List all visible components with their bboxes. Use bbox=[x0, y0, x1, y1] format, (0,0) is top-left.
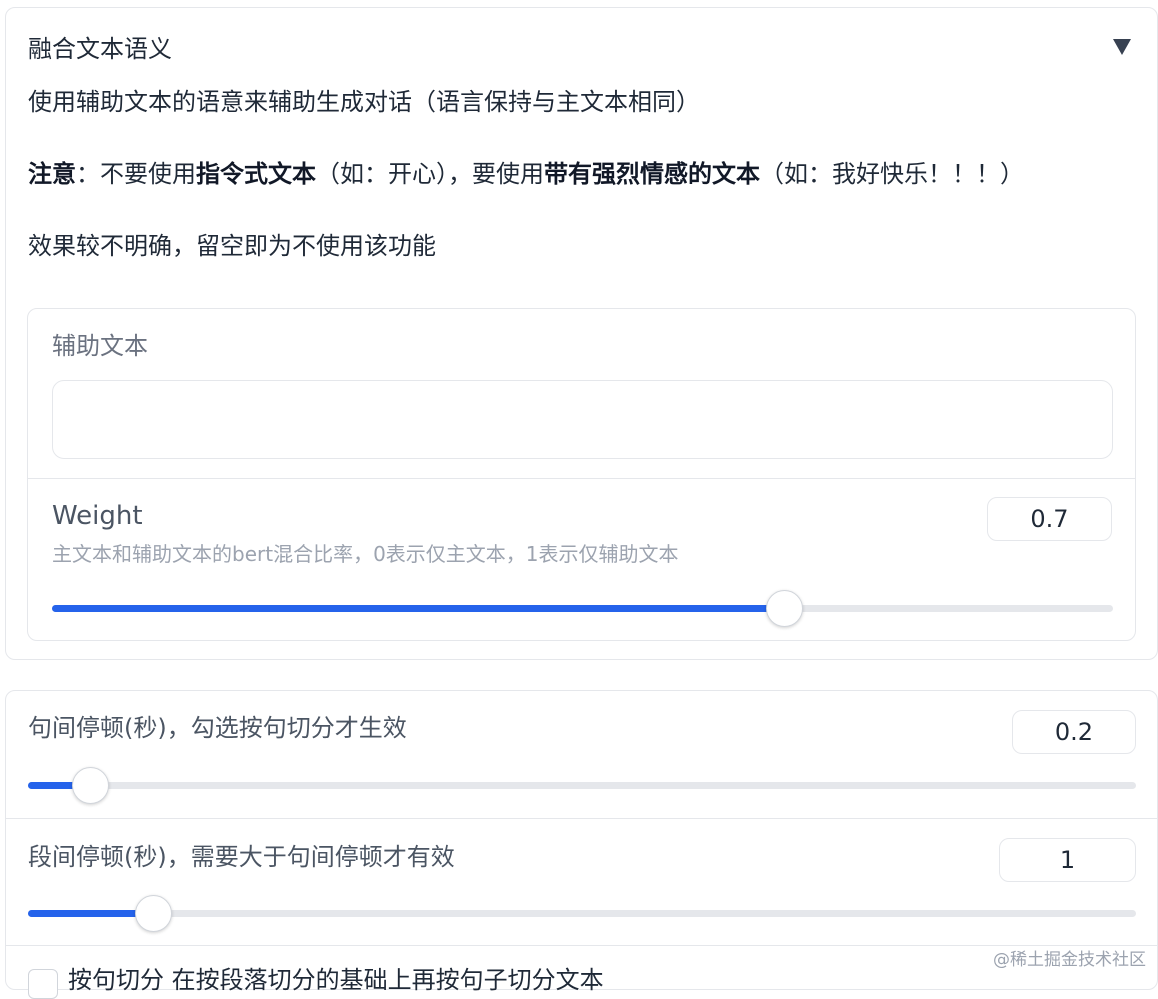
accordion-title[interactable]: 融合文本语义 bbox=[28, 34, 172, 64]
sentence-pause-number-input[interactable]: 0.2 bbox=[1012, 710, 1136, 754]
slider-thumb[interactable] bbox=[72, 767, 109, 804]
weight-label: Weight bbox=[52, 500, 143, 532]
effect-note-text: 效果较不明确，留空即为不使用该功能 bbox=[28, 230, 436, 262]
fusion-text-accordion: 融合文本语义 使用辅助文本的语意来辅助生成对话（语言保持与主文本相同） 注意：不… bbox=[5, 7, 1158, 660]
paragraph-pause-label: 段间停顿(秒)，需要大于句间停顿才有效 bbox=[28, 842, 455, 872]
sentence-pause-label: 句间停顿(秒)，勾选按句切分才生效 bbox=[28, 713, 407, 743]
paragraph-pause-number-input[interactable]: 1 bbox=[999, 838, 1136, 882]
pause-settings-panel: 句间停顿(秒)，勾选按句切分才生效 0.2 段间停顿(秒)，需要大于句间停顿才有… bbox=[5, 690, 1158, 990]
sentence-pause-slider[interactable] bbox=[28, 770, 1136, 800]
aux-text-label: 辅助文本 bbox=[52, 331, 148, 361]
slider-track bbox=[28, 782, 1136, 789]
paragraph-pause-slider[interactable] bbox=[28, 898, 1136, 928]
aux-text-block: 辅助文本 Weight 主文本和辅助文本的bert混合比率，0表示仅主文本，1表… bbox=[27, 308, 1136, 641]
divider bbox=[6, 818, 1157, 819]
aux-text-input[interactable] bbox=[52, 380, 1113, 459]
weight-info: 主文本和辅助文本的bert混合比率，0表示仅主文本，1表示仅辅助文本 bbox=[52, 541, 679, 567]
triangle-down-icon[interactable] bbox=[1111, 35, 1133, 57]
slider-track bbox=[28, 910, 1136, 917]
divider bbox=[28, 478, 1135, 479]
weight-slider[interactable] bbox=[52, 593, 1113, 623]
slider-fill bbox=[52, 605, 784, 612]
note-part-2: （如：开心），要使用 bbox=[316, 160, 544, 188]
note-part-1: ：不要使用 bbox=[76, 160, 196, 188]
note-part-3: （如：我好快乐！！！） bbox=[760, 160, 1024, 188]
watermark: @稀土掘金技术社区 bbox=[991, 949, 1148, 971]
note-prefix: 注意 bbox=[28, 160, 76, 188]
split-by-sentence-label: 按句切分 在按段落切分的基础上再按句子切分文本 bbox=[68, 965, 604, 995]
split-by-sentence-checkbox[interactable] bbox=[28, 969, 58, 999]
slider-thumb[interactable] bbox=[766, 590, 803, 627]
note-bold-2: 带有强烈情感的文本 bbox=[544, 160, 760, 188]
divider bbox=[6, 945, 1157, 946]
weight-number-input[interactable]: 0.7 bbox=[987, 497, 1112, 541]
note-text: 注意：不要使用指令式文本（如：开心），要使用带有强烈情感的文本（如：我好快乐！！… bbox=[28, 158, 1024, 190]
slider-thumb[interactable] bbox=[135, 895, 172, 932]
note-bold-1: 指令式文本 bbox=[196, 160, 316, 188]
description-text: 使用辅助文本的语意来辅助生成对话（语言保持与主文本相同） bbox=[28, 86, 700, 118]
